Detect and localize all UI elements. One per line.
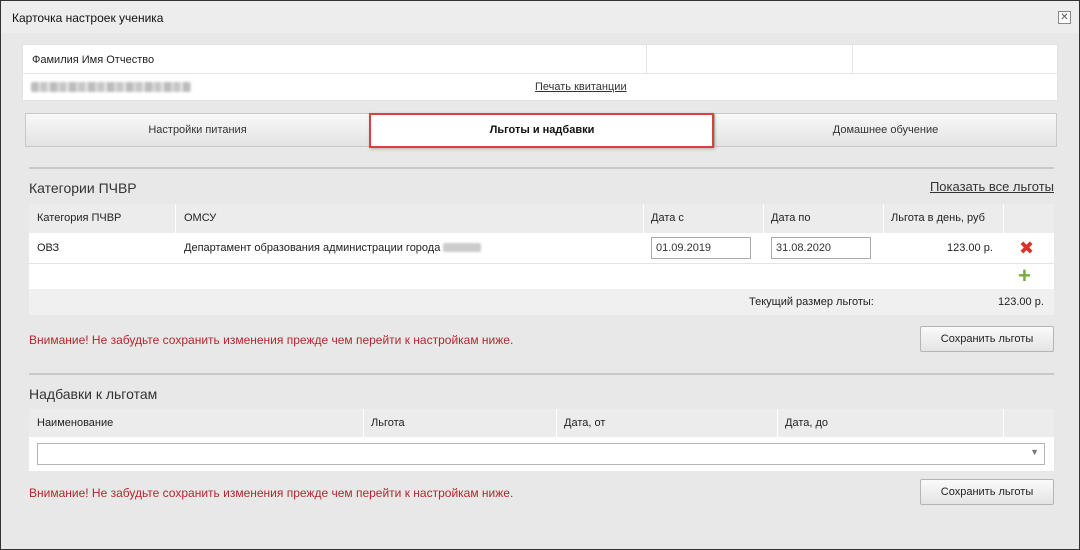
column-header-date-from[interactable]: Дата, от: [556, 409, 605, 437]
fio-label: Фамилия Имя Отчество: [32, 54, 155, 66]
column-divider: [1003, 409, 1004, 437]
cell-category: ОВЗ: [37, 242, 60, 254]
column-divider: [852, 45, 853, 74]
save-allowances-button[interactable]: Сохранить льготы: [920, 479, 1054, 505]
title-bar: Карточка настроек ученика ✕: [1, 1, 1079, 33]
column-header-omsu[interactable]: ОМСУ: [176, 204, 216, 233]
allowances-table-header: Наименование Льгота Дата, от Дата, до: [29, 409, 1054, 437]
column-header-name[interactable]: Наименование: [29, 409, 113, 437]
tab-home-schooling[interactable]: Домашнее обучение: [714, 113, 1057, 147]
column-header-benefit[interactable]: Льгота: [363, 409, 405, 437]
section-divider: [29, 373, 1054, 375]
column-divider: [646, 45, 647, 74]
categories-title: Категории ПЧВР: [29, 180, 137, 196]
cell-amount: 123.00 р.: [947, 242, 993, 254]
add-row: +: [29, 264, 1054, 289]
total-row: Текущий размер льготы: 123.00 р.: [29, 289, 1054, 315]
categories-table-header: Категория ПЧВР ОМСУ Дата с Дата по Льгот…: [29, 204, 1054, 233]
allowance-row: ▼: [29, 437, 1054, 471]
benefits-panel: Категории ПЧВР Показать все льготы Катег…: [29, 167, 1054, 519]
dialog-title: Карточка настроек ученика: [12, 11, 164, 25]
column-header-category[interactable]: Категория ПЧВР: [29, 204, 121, 233]
column-header-date-to[interactable]: Дата по: [763, 204, 811, 233]
column-header-date-to[interactable]: Дата, до: [777, 409, 828, 437]
column-header-amount[interactable]: Льгота в день, руб: [883, 204, 985, 233]
column-header-date-from[interactable]: Дата с: [643, 204, 684, 233]
date-to-input[interactable]: 31.08.2020: [771, 237, 871, 259]
save-warning: Внимание! Не забудьте сохранить изменени…: [29, 486, 514, 500]
date-from-input[interactable]: 01.09.2019: [651, 237, 751, 259]
show-all-benefits-link[interactable]: Показать все льготы: [930, 179, 1054, 194]
save-benefits-button[interactable]: Сохранить льготы: [920, 326, 1054, 352]
allowance-select[interactable]: ▼: [37, 443, 1045, 465]
settings-dialog: Карточка настроек ученика ✕ Фамилия Имя …: [0, 0, 1080, 550]
total-label: Текущий размер льготы:: [749, 296, 874, 308]
cell-omsu: Департамент образования администрации го…: [184, 242, 441, 254]
student-name-redacted: [31, 82, 191, 92]
student-header-row: Фамилия Имя Отчество: [23, 45, 1057, 74]
chevron-down-icon[interactable]: ▼: [1030, 447, 1039, 457]
city-name-redacted: [443, 243, 481, 252]
total-value: 123.00 р.: [998, 296, 1044, 308]
add-icon[interactable]: +: [1018, 265, 1031, 287]
section-divider: [29, 167, 1054, 169]
save-warning: Внимание! Не забудьте сохранить изменени…: [29, 333, 514, 347]
allowances-title: Надбавки к льготам: [29, 386, 158, 402]
tab-nutrition-settings[interactable]: Настройки питания: [25, 113, 370, 147]
table-row[interactable]: ОВЗ Департамент образования администраци…: [29, 233, 1054, 264]
student-info: Фамилия Имя Отчество Печать квитанции: [22, 44, 1058, 101]
delete-icon[interactable]: ✖: [1019, 239, 1034, 257]
column-divider: [1003, 204, 1004, 233]
close-icon[interactable]: ✕: [1058, 11, 1071, 24]
active-tab-highlight: [369, 113, 714, 148]
print-receipt-link[interactable]: Печать квитанции: [535, 81, 627, 93]
